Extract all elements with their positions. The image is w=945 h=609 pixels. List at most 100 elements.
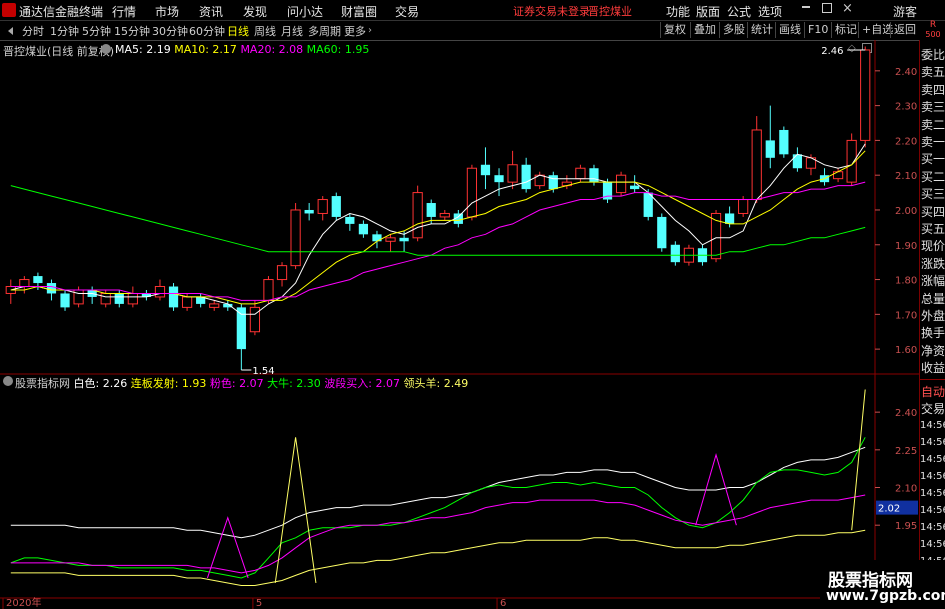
indicator-line-连板发射 [10,529,866,586]
tab-multi-period[interactable]: 多周期 [308,23,341,39]
corner-r: R [929,20,937,30]
side-label-top[interactable]: 涨跌 [920,255,945,273]
prev-arrow-icon[interactable] [8,27,13,35]
side-label-trade[interactable]: 交易 [920,400,945,418]
indicator-line-领头羊 [851,389,866,531]
menu-news[interactable]: 资讯 [199,3,223,20]
side-label-top[interactable]: 卖三 [920,98,945,116]
multi-stock-button[interactable]: 多股 [719,22,748,38]
menu-function[interactable]: 功能 [666,3,690,20]
candle-body-down [114,293,124,304]
chevron-down-icon[interactable]: › [368,25,372,36]
ma-line-ma20 [10,181,866,301]
indicator-line-粉色 [10,494,866,574]
kline-chart[interactable]: 2.40 2.30 2.20 2.10 2.00 1.90 1.80 1.70 1.60 2.40… [0,40,945,609]
tab-weekly[interactable]: 周线 [254,23,276,39]
candle-body-up [385,237,396,242]
side-label-trade[interactable]: 自动 [920,383,945,401]
candle-body-up [575,167,586,180]
side-label-time[interactable]: 14:56 [920,417,945,435]
side-label-top[interactable]: 买一 [920,150,945,168]
high-label: 2.46 [821,46,843,57]
candle-body-down [589,168,599,183]
watermark: 股票指标网 www.7gpzb.com [820,560,945,609]
side-label-top[interactable]: 换手 [920,324,945,342]
draw-button[interactable]: 画线 [775,22,804,38]
indicator-line-白色 [10,446,866,539]
side-label-top[interactable]: 现价 [920,237,945,255]
tab-timeshare[interactable]: 分时 [22,23,44,39]
statistics-button[interactable]: 统计 [747,22,776,38]
side-label-time[interactable]: 14:56 [920,434,945,452]
app-logo-icon [2,3,16,17]
tab-1min[interactable]: 1分钟 [50,23,79,39]
side-label-top[interactable]: 总量 [920,290,945,308]
tab-daily[interactable]: 日线 [227,23,249,39]
candle-body-down [60,293,70,308]
menu-market[interactable]: 市场 [155,3,179,20]
close-icon[interactable]: × [842,1,853,16]
low-label: 1.54 [252,366,274,377]
menu-discover[interactable]: 发现 [243,3,267,20]
menu-quotes[interactable]: 行情 [112,3,136,20]
tab-60min[interactable]: 60分钟 [189,23,225,39]
side-label-top[interactable]: 买五 [920,220,945,238]
candle-body-up [832,171,844,180]
tab-monthly[interactable]: 月线 [281,23,303,39]
side-label-top[interactable]: 卖四 [920,81,945,99]
side-label-top[interactable]: 买三 [920,185,945,203]
candle-body-down [372,234,382,242]
candle-body-up [100,292,111,305]
side-label-top[interactable]: 外盘 [920,307,945,325]
side-label-time[interactable]: 14:56 [920,451,945,469]
side-label-top[interactable]: 收益 [920,359,945,377]
login-notice[interactable]: 证券交易未登录 [513,3,590,19]
tab-5min[interactable]: 5分钟 [82,23,111,39]
side-label-top[interactable]: 买二 [920,168,945,186]
side-label-top[interactable]: 卖二 [920,116,945,134]
side-label-time[interactable]: 14:56 [920,536,945,554]
minimize-icon[interactable] [802,6,810,8]
menu-ask[interactable]: 问小达 [287,3,323,20]
candle-body-up [507,164,518,183]
candle-body-up [317,199,328,214]
main-y-tick-label: 2.30 [895,102,917,113]
corner-badge: R 500 [921,21,945,40]
guest-label[interactable]: 游客 [893,3,917,20]
f10-button[interactable]: F10 [804,22,831,38]
side-label-time[interactable]: 14:56 [920,519,945,537]
side-label-time[interactable]: 14:56 [920,485,945,503]
menu-layout[interactable]: 版面 [696,3,720,20]
tab-more[interactable]: 更多 [344,23,366,39]
mark-button[interactable]: 标记 [831,22,860,38]
side-label-time[interactable]: 14:56 [920,468,945,486]
side-label-top[interactable]: 委比 [920,46,945,64]
x-axis-label: 2020年 [6,596,41,609]
tab-30min[interactable]: 30分钟 [152,23,188,39]
candle-body-down [494,175,504,183]
menu-wealth[interactable]: 财富圈 [341,3,377,20]
candle-body-up [249,306,261,333]
main-y-tick-label: 1.90 [895,241,917,252]
side-label-top[interactable]: 买四 [920,203,945,221]
candle-body-down [630,185,640,190]
overlay-button[interactable]: 叠加 [690,22,719,38]
candle-body-up [412,192,423,239]
side-label-top[interactable]: 净资 [920,342,945,360]
side-label-top[interactable]: 卖一 [920,133,945,151]
signal-spike [206,516,249,579]
menu-options[interactable]: 选项 [758,3,782,20]
candle-body-down [765,140,775,158]
back-button[interactable]: 返回 [890,22,919,38]
candle-body-down [236,307,246,350]
candle-body-down [724,213,735,224]
x-axis-label: 5 [256,598,262,609]
side-label-time[interactable]: 14:56 [920,502,945,520]
side-label-top[interactable]: 卖五 [920,63,945,81]
maximize-icon[interactable] [822,3,832,13]
adjust-button[interactable]: 复权 [660,22,689,38]
tab-15min[interactable]: 15分钟 [114,23,150,39]
menu-formula[interactable]: 公式 [727,3,751,20]
menu-trade[interactable]: 交易 [395,3,419,20]
side-label-top[interactable]: 涨幅 [920,272,945,290]
